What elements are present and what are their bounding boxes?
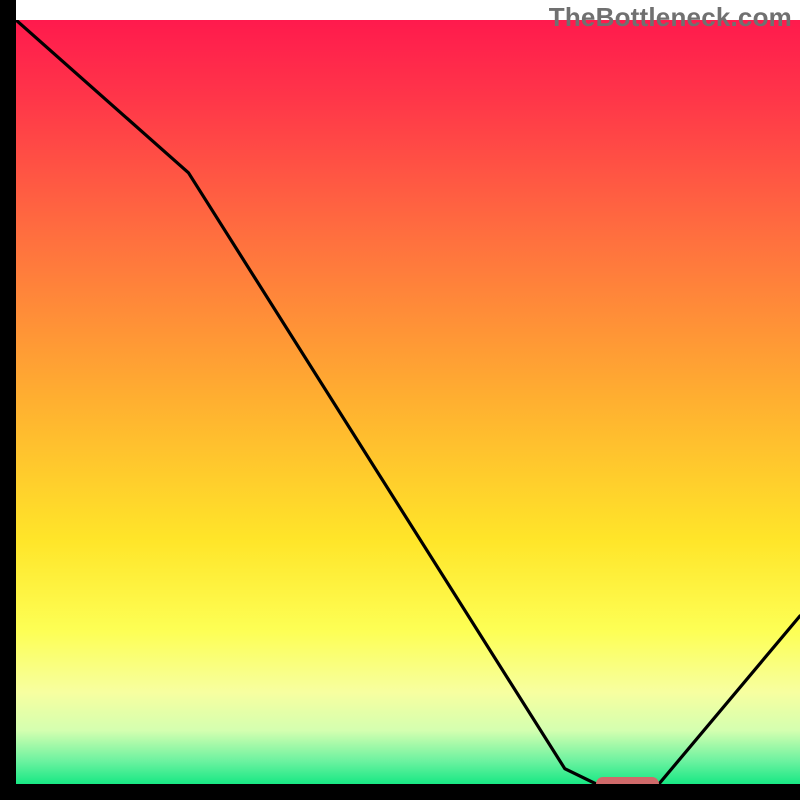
y-axis [0, 0, 16, 800]
optimal-range-marker [596, 777, 659, 784]
bottleneck-curve [16, 20, 800, 784]
watermark-text: TheBottleneck.com [549, 2, 792, 33]
plot-area [16, 20, 800, 784]
x-axis [0, 784, 800, 800]
bottleneck-chart: TheBottleneck.com [0, 0, 800, 800]
